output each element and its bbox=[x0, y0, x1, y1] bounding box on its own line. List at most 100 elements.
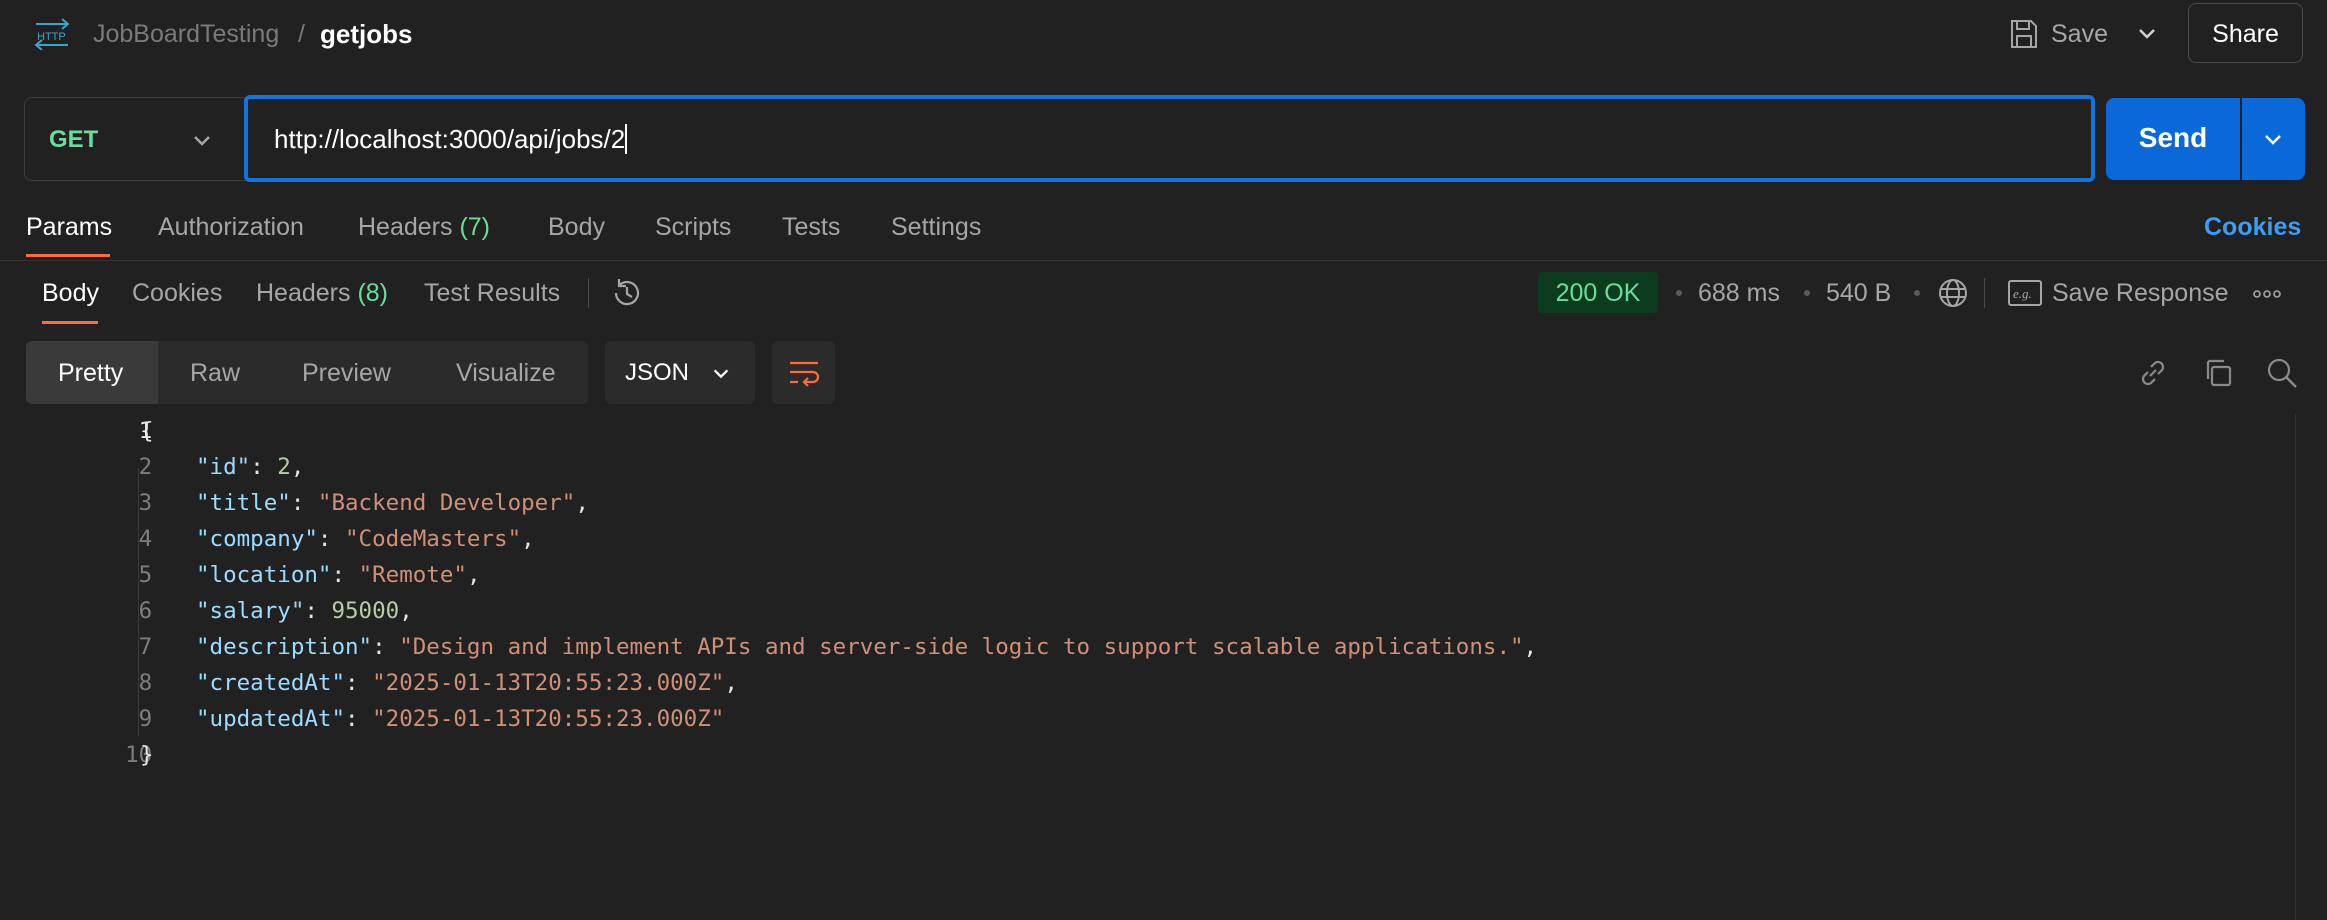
history-icon[interactable] bbox=[610, 276, 644, 310]
request-name[interactable]: getjobs bbox=[320, 19, 412, 50]
copy-icon[interactable] bbox=[2201, 356, 2235, 390]
indent-guide bbox=[138, 468, 139, 736]
response-size[interactable]: 540 B bbox=[1826, 279, 1891, 308]
tab-params[interactable]: Params bbox=[26, 213, 112, 242]
json-key: "id" bbox=[196, 454, 251, 480]
code-line: 8 "createdAt": "2025-01-13T20:55:23.000Z… bbox=[0, 666, 2290, 702]
tab-authorization[interactable]: Authorization bbox=[158, 213, 304, 242]
status-code: 200 OK bbox=[1555, 279, 1641, 307]
svg-text:e.g.: e.g. bbox=[2013, 286, 2032, 301]
save-response-button[interactable]: Save Response bbox=[2052, 279, 2229, 308]
wrap-icon bbox=[787, 357, 821, 389]
status-badge[interactable]: 200 OK bbox=[1538, 272, 1658, 313]
json-value: 2 bbox=[277, 454, 291, 480]
json-key: "location" bbox=[196, 562, 332, 588]
chevron-down-icon bbox=[2262, 128, 2284, 150]
view-raw-button[interactable]: Raw bbox=[190, 359, 240, 388]
tab-body[interactable]: Body bbox=[548, 213, 605, 242]
response-tab-headers[interactable]: Headers (8) bbox=[256, 279, 388, 308]
more-icon[interactable] bbox=[2252, 289, 2282, 299]
separator-dot bbox=[1676, 290, 1682, 296]
brace-close: } bbox=[140, 742, 154, 768]
chevron-down-icon bbox=[191, 129, 213, 151]
globe-icon[interactable] bbox=[1936, 276, 1970, 310]
json-value: "2025-01-13T20:55:23.000Z" bbox=[372, 706, 725, 732]
separator-dot bbox=[1914, 290, 1920, 296]
save-icon[interactable] bbox=[2009, 18, 2039, 50]
text-caret bbox=[625, 124, 628, 154]
tab-settings[interactable]: Settings bbox=[891, 213, 981, 242]
response-time[interactable]: 688 ms bbox=[1698, 279, 1780, 308]
divider bbox=[0, 260, 2327, 261]
json-comma: , bbox=[575, 490, 589, 516]
view-pretty-button[interactable]: Pretty bbox=[26, 341, 158, 404]
wrap-lines-button[interactable] bbox=[772, 341, 835, 404]
share-label: Share bbox=[2212, 20, 2279, 48]
code-line: 9 "updatedAt": "2025-01-13T20:55:23.000Z… bbox=[0, 702, 2290, 738]
breadcrumb-collection[interactable]: JobBoardTesting bbox=[93, 20, 279, 49]
code-line: 7 "description": "Design and implement A… bbox=[0, 630, 2290, 666]
cookies-link[interactable]: Cookies bbox=[2204, 213, 2301, 242]
view-visualize-button[interactable]: Visualize bbox=[456, 359, 556, 388]
json-key: "updatedAt" bbox=[196, 706, 346, 732]
scrollbar-track[interactable] bbox=[2295, 414, 2296, 920]
chevron-down-icon[interactable] bbox=[2136, 22, 2158, 44]
json-key: "createdAt" bbox=[196, 670, 346, 696]
code-line: 2 "id": 2, bbox=[0, 450, 2290, 486]
format-select[interactable]: JSON bbox=[605, 341, 755, 404]
example-icon[interactable]: e.g. bbox=[2008, 280, 2042, 306]
line-number: 10 bbox=[125, 742, 153, 768]
json-value: "Remote" bbox=[358, 562, 467, 588]
url-value: http://localhost:3000/api/jobs/2 bbox=[274, 124, 626, 154]
json-comma: , bbox=[521, 526, 535, 552]
view-preview-button[interactable]: Preview bbox=[302, 359, 391, 388]
brace-open: { bbox=[140, 418, 154, 444]
send-button[interactable]: Send bbox=[2106, 98, 2240, 180]
code-line: 10 } bbox=[0, 738, 2290, 774]
divider bbox=[1984, 278, 1985, 308]
chevron-down-icon bbox=[711, 363, 731, 383]
divider bbox=[588, 278, 589, 308]
json-value: "Design and implement APIs and server-si… bbox=[399, 634, 1524, 660]
json-key: "company" bbox=[196, 526, 318, 552]
breadcrumb-separator: / bbox=[298, 20, 305, 48]
json-key: "title" bbox=[196, 490, 291, 516]
search-icon[interactable] bbox=[2265, 356, 2299, 390]
link-icon[interactable] bbox=[2136, 356, 2170, 390]
view-mode-group: Pretty Raw Preview Visualize bbox=[26, 341, 588, 404]
response-tab-cookies[interactable]: Cookies bbox=[132, 279, 222, 308]
tab-scripts[interactable]: Scripts bbox=[655, 213, 731, 242]
response-tab-headers-label: Headers bbox=[256, 279, 351, 307]
json-key: "salary" bbox=[196, 598, 305, 624]
json-value: "Backend Developer" bbox=[317, 490, 576, 516]
active-response-tab-indicator bbox=[42, 321, 98, 324]
send-label: Send bbox=[2138, 122, 2208, 153]
code-line: 6 "salary": 95000, bbox=[0, 594, 2290, 630]
send-options-button[interactable] bbox=[2242, 98, 2305, 180]
response-body-viewer[interactable]: 1 { 2 "id": 2, 3 "title": "Backend Devel… bbox=[0, 414, 2327, 920]
code-line: 5 "location": "Remote", bbox=[0, 558, 2290, 594]
json-comma: , bbox=[1523, 634, 1538, 660]
code-line: 1 { bbox=[0, 414, 2290, 450]
share-button[interactable]: Share bbox=[2188, 3, 2303, 63]
format-label: JSON bbox=[625, 359, 690, 386]
json-value: 95000 bbox=[331, 598, 400, 624]
url-input[interactable]: http://localhost:3000/api/jobs/2 bbox=[244, 95, 2095, 182]
json-comma: , bbox=[724, 670, 738, 696]
headers-count: (7) bbox=[459, 213, 491, 241]
json-value: "CodeMasters" bbox=[345, 526, 522, 552]
save-button[interactable]: Save bbox=[2051, 20, 2108, 49]
tab-headers-label: Headers bbox=[358, 213, 453, 241]
tab-headers[interactable]: Headers (7) bbox=[358, 213, 490, 242]
method-select[interactable]: GET bbox=[24, 97, 246, 181]
code-line: 3 "title": "Backend Developer", bbox=[0, 486, 2290, 522]
json-comma: , bbox=[466, 562, 481, 588]
response-tab-body[interactable]: Body bbox=[42, 279, 99, 308]
http-logo-icon: HTTP bbox=[34, 18, 70, 50]
response-headers-count: (8) bbox=[357, 279, 389, 307]
json-key: "description" bbox=[196, 634, 373, 660]
json-comma: , bbox=[290, 454, 305, 480]
active-tab-indicator bbox=[26, 254, 110, 257]
tab-tests[interactable]: Tests bbox=[782, 213, 840, 242]
response-tab-test-results[interactable]: Test Results bbox=[424, 279, 560, 308]
